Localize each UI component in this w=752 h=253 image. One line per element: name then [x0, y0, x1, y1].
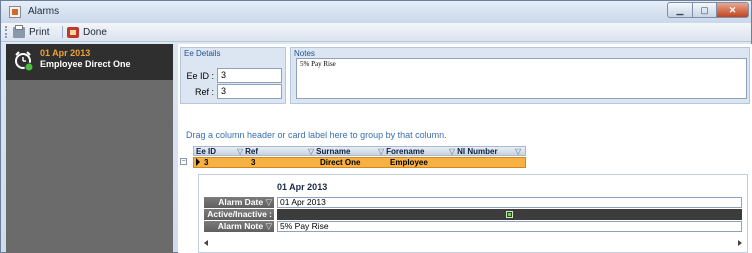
minimize-button[interactable]: ▁: [667, 2, 693, 18]
active-toggle-icon[interactable]: [506, 211, 513, 218]
alarm-list-sidebar: 01 Apr 2013 Employee Direct One: [6, 44, 173, 253]
maximize-button[interactable]: ▢: [692, 2, 717, 18]
cell-ref: 3: [251, 158, 256, 167]
column-label: Surname: [316, 147, 351, 156]
window-title: Alarms: [28, 6, 60, 17]
scroll-right-icon[interactable]: [738, 240, 742, 246]
alarm-note-field[interactable]: 5% Pay Rise: [277, 221, 742, 232]
alarm-item-date: 01 Apr 2013: [40, 48, 91, 58]
alarm-list-item[interactable]: 01 Apr 2013 Employee Direct One: [6, 44, 173, 80]
toolbar: Print Done: [1, 23, 751, 42]
toolbar-grip[interactable]: [5, 26, 9, 38]
card-label-text: Active/Inactive :: [207, 209, 272, 219]
alarm-date-field[interactable]: 01 Apr 2013: [277, 197, 742, 208]
alarm-clock-icon: [15, 51, 34, 72]
notes-title: Notes: [294, 49, 315, 58]
ref-label: Ref :: [194, 87, 214, 97]
grid-header: Ee ID ▽ Ref ▽ Surname ▽ Forename ▽ NI Number…: [193, 146, 526, 156]
alarm-item-name: Employee Direct One: [40, 59, 131, 69]
column-header-surname[interactable]: ▽ Surname: [308, 147, 350, 156]
done-label: Done: [83, 26, 107, 38]
filter-icon[interactable]: ▽: [378, 147, 384, 156]
scroll-left-icon[interactable]: [204, 240, 208, 246]
cell-forename: Employee: [390, 158, 428, 167]
print-label: Print: [29, 26, 50, 38]
row-collapse-icon[interactable]: −: [180, 158, 187, 165]
ref-field[interactable]: 3: [217, 84, 282, 99]
toolbar-separator: [62, 26, 63, 38]
active-inactive-field[interactable]: [277, 209, 742, 220]
filter-icon[interactable]: ▽: [265, 221, 272, 231]
notes-field[interactable]: 5% Pay Rise: [296, 58, 747, 99]
column-header-ref[interactable]: ▽ Ref: [237, 147, 258, 156]
filter-icon[interactable]: ▽: [308, 147, 314, 156]
card-label-alarm-date[interactable]: Alarm Date ▽: [204, 197, 274, 208]
cell-surname: Direct One: [320, 158, 361, 167]
group-by-hint: Drag a column header or card label here …: [186, 130, 447, 140]
app-icon: [9, 6, 21, 18]
card-label-text: Alarm Date: [218, 197, 264, 207]
ee-id-field[interactable]: 3: [217, 68, 282, 83]
card-header-date: 01 Apr 2013: [277, 182, 328, 192]
column-label: Ee ID: [196, 147, 217, 156]
card-label-active-inactive[interactable]: Active/Inactive : ▽: [204, 209, 274, 230]
table-row[interactable]: 3 3 Direct One Employee: [193, 157, 526, 168]
column-header-forename[interactable]: ▽ Forename: [378, 147, 424, 156]
column-header-ee-id[interactable]: Ee ID: [196, 147, 216, 156]
card-label-text: Alarm Note: [217, 221, 264, 231]
filter-icon[interactable]: ▽: [515, 147, 523, 156]
done-icon: [67, 26, 79, 38]
filter-icon[interactable]: ▽: [449, 147, 455, 156]
cell-ee-id: 3: [204, 158, 209, 167]
done-button[interactable]: Done: [67, 25, 107, 39]
ee-details-title: Ee Details: [184, 49, 221, 58]
title-bar[interactable]: Alarms ▁ ▢ ✕: [1, 1, 751, 23]
row-indicator-icon: [196, 158, 200, 166]
column-header-ni-number[interactable]: ▽ NI Number: [449, 147, 498, 156]
column-label: Forename: [386, 147, 425, 156]
print-icon: [13, 24, 25, 38]
filter-icon[interactable]: ▽: [265, 197, 272, 207]
column-label: Ref: [245, 147, 259, 156]
card-label-alarm-note[interactable]: Alarm Note ▽: [204, 221, 274, 232]
print-button[interactable]: Print: [13, 24, 50, 39]
filter-icon[interactable]: ▽: [237, 147, 243, 156]
close-button[interactable]: ✕: [716, 2, 749, 18]
column-label: NI Number: [457, 147, 498, 156]
ee-id-label: Ee ID :: [186, 71, 214, 81]
